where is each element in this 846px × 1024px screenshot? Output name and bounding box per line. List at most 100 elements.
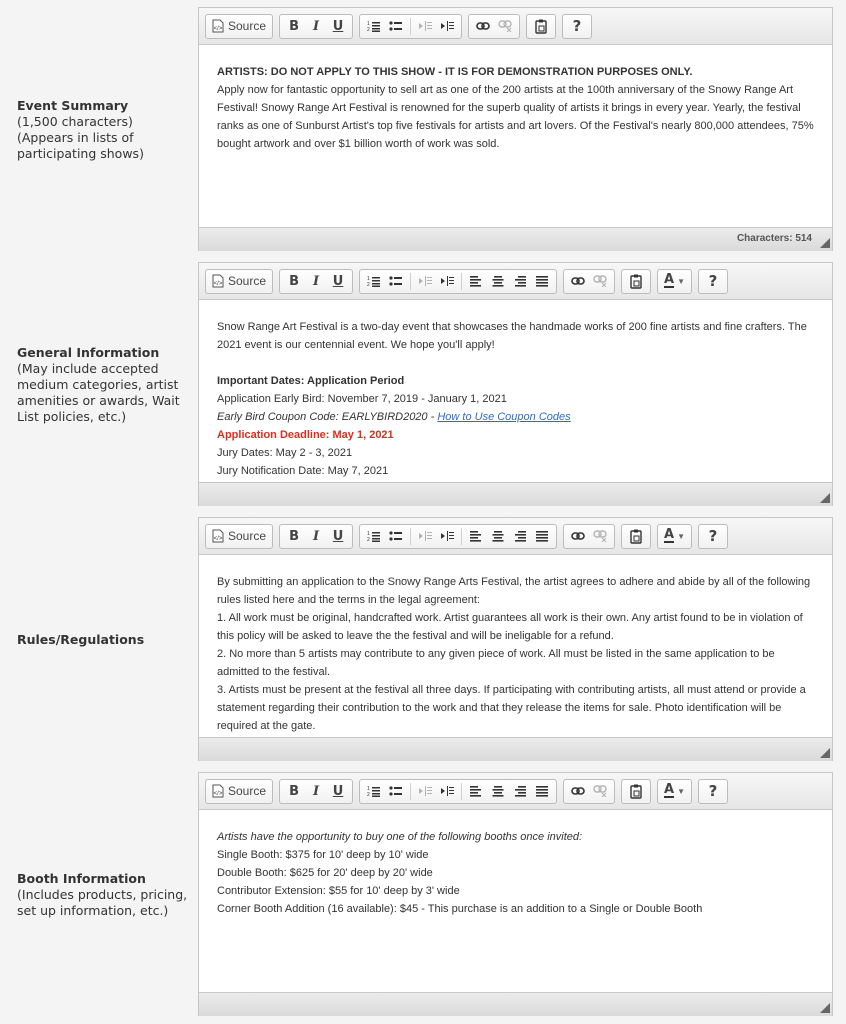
italic-button[interactable]: I bbox=[305, 780, 327, 803]
justify-button[interactable] bbox=[531, 270, 553, 293]
underline-button[interactable]: U bbox=[327, 780, 349, 803]
align-left-icon bbox=[470, 785, 482, 797]
editor-toolbar: </> Source B I U 12 bbox=[199, 263, 832, 300]
numbered-list-button[interactable]: 12 bbox=[363, 270, 385, 293]
unlink-button[interactable] bbox=[589, 525, 611, 548]
link-button[interactable] bbox=[472, 15, 494, 38]
outdent-button[interactable] bbox=[414, 15, 436, 38]
svg-text:2: 2 bbox=[367, 282, 370, 287]
paste-button[interactable] bbox=[530, 15, 552, 38]
indent-button[interactable] bbox=[436, 15, 458, 38]
text-color-button[interactable]: A ▼ bbox=[661, 780, 688, 803]
bulleted-list-button[interactable] bbox=[385, 780, 407, 803]
resize-handle-icon[interactable] bbox=[820, 748, 830, 758]
event-summary-label: Event Summary (1,500 characters) (Appear… bbox=[17, 98, 192, 162]
underline-button[interactable]: U bbox=[327, 270, 349, 293]
content-text: Corner Booth Addition (16 available): $4… bbox=[217, 903, 703, 915]
align-left-icon bbox=[470, 530, 482, 542]
paste-button[interactable] bbox=[625, 780, 647, 803]
bulleted-list-button[interactable] bbox=[385, 270, 407, 293]
editor-content[interactable]: By submitting an application to the Snow… bbox=[199, 555, 832, 737]
paragraph-group: 12 bbox=[359, 778, 558, 804]
justify-button[interactable] bbox=[531, 525, 553, 548]
content-line: Snow Range Art Festival is a two-day eve… bbox=[217, 318, 814, 354]
bold-button[interactable]: B bbox=[283, 525, 305, 548]
coupon-codes-link[interactable]: How to Use Coupon Codes bbox=[437, 411, 570, 423]
separator bbox=[410, 17, 412, 35]
align-center-button[interactable] bbox=[487, 525, 509, 548]
help-group: ? bbox=[698, 523, 729, 549]
source-button[interactable]: </> Source bbox=[209, 15, 269, 38]
help-group: ? bbox=[698, 778, 729, 804]
underline-button[interactable]: U bbox=[327, 525, 349, 548]
content-line: Important Dates: Application Period bbox=[217, 372, 814, 390]
numbered-list-button[interactable]: 12 bbox=[363, 780, 385, 803]
list-group: 12 bbox=[359, 13, 463, 39]
label-title: Event Summary bbox=[17, 98, 129, 113]
numbered-list-icon: 12 bbox=[367, 21, 381, 32]
content-text: Important Dates: Application Period bbox=[217, 375, 405, 387]
numbered-list-button[interactable]: 12 bbox=[363, 525, 385, 548]
italic-button[interactable]: I bbox=[305, 525, 327, 548]
text-color-button[interactable]: A ▼ bbox=[661, 525, 688, 548]
help-group: ? bbox=[698, 268, 729, 294]
align-left-button[interactable] bbox=[465, 780, 487, 803]
content-text: Single Booth: $375 for 10' deep by 10' w… bbox=[217, 849, 429, 861]
indent-button[interactable] bbox=[436, 270, 458, 293]
editor-content[interactable]: Snow Range Art Festival is a two-day eve… bbox=[199, 300, 832, 482]
link-button[interactable] bbox=[567, 270, 589, 293]
italic-button[interactable]: I bbox=[305, 270, 327, 293]
link-button[interactable] bbox=[567, 780, 589, 803]
bulleted-list-button[interactable] bbox=[385, 525, 407, 548]
resize-handle-icon[interactable] bbox=[820, 1003, 830, 1013]
unlink-button[interactable] bbox=[494, 15, 516, 38]
indent-button[interactable] bbox=[436, 780, 458, 803]
help-button[interactable]: ? bbox=[566, 15, 588, 38]
source-icon: </> bbox=[212, 784, 224, 798]
align-left-button[interactable] bbox=[465, 525, 487, 548]
editor-content[interactable]: Artists have the opportunity to buy one … bbox=[199, 810, 832, 992]
text-color-button[interactable]: A ▼ bbox=[661, 270, 688, 293]
source-button[interactable]: </> Source bbox=[209, 270, 269, 293]
resize-handle-icon[interactable] bbox=[820, 493, 830, 503]
unlink-button[interactable] bbox=[589, 780, 611, 803]
paste-button[interactable] bbox=[625, 525, 647, 548]
align-center-button[interactable] bbox=[487, 780, 509, 803]
help-button[interactable]: ? bbox=[702, 525, 724, 548]
content-text: Double Booth: $625 for 20' deep by 20' w… bbox=[217, 867, 433, 879]
help-button[interactable]: ? bbox=[702, 780, 724, 803]
indent-button[interactable] bbox=[436, 525, 458, 548]
align-right-icon bbox=[515, 530, 527, 542]
editor-statusbar: Characters: 514 bbox=[199, 227, 832, 251]
help-button[interactable]: ? bbox=[702, 270, 724, 293]
source-button[interactable]: </> Source bbox=[209, 525, 269, 548]
align-center-button[interactable] bbox=[487, 270, 509, 293]
bold-button[interactable]: B bbox=[283, 15, 305, 38]
paste-group bbox=[621, 778, 652, 804]
align-right-button[interactable] bbox=[509, 270, 531, 293]
paste-button[interactable] bbox=[625, 270, 647, 293]
resize-handle-icon[interactable] bbox=[820, 238, 830, 248]
bulleted-list-button[interactable] bbox=[385, 15, 407, 38]
editor-content[interactable]: ARTISTS: DO NOT APPLY TO THIS SHOW - IT … bbox=[199, 45, 832, 227]
unlink-button[interactable] bbox=[589, 270, 611, 293]
help-group: ? bbox=[562, 13, 593, 39]
outdent-button[interactable] bbox=[414, 525, 436, 548]
source-button[interactable]: </> Source bbox=[209, 780, 269, 803]
event-summary-editor: </> Source B I U 12 ? ARTISTS: DO NOT AP… bbox=[198, 7, 833, 251]
bold-button[interactable]: B bbox=[283, 780, 305, 803]
bold-button[interactable]: B bbox=[283, 270, 305, 293]
outdent-button[interactable] bbox=[414, 780, 436, 803]
italic-button[interactable]: I bbox=[305, 15, 327, 38]
color-group: A ▼ bbox=[657, 523, 693, 549]
align-right-button[interactable] bbox=[509, 780, 531, 803]
align-right-button[interactable] bbox=[509, 525, 531, 548]
align-right-icon bbox=[515, 275, 527, 287]
align-left-button[interactable] bbox=[465, 270, 487, 293]
link-button[interactable] bbox=[567, 525, 589, 548]
justify-button[interactable] bbox=[531, 780, 553, 803]
outdent-button[interactable] bbox=[414, 270, 436, 293]
underline-button[interactable]: U bbox=[327, 15, 349, 38]
source-group: </> Source bbox=[205, 778, 274, 804]
numbered-list-button[interactable]: 12 bbox=[363, 15, 385, 38]
